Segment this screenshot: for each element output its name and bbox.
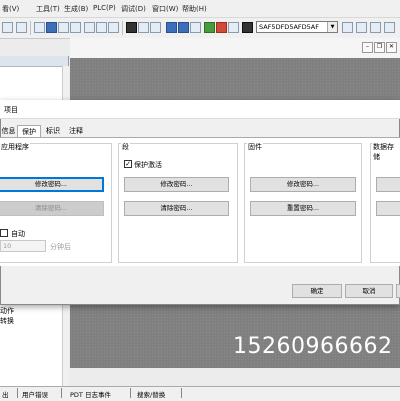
data-storage-button-1[interactable] xyxy=(376,177,400,192)
paste-icon[interactable] xyxy=(46,22,57,33)
group-data-storage-label: 数据存储 xyxy=(372,142,400,162)
menu-build[interactable]: 生成(B) xyxy=(64,4,88,14)
search-next-icon[interactable] xyxy=(356,22,367,33)
menu-tools[interactable]: 工具(T) xyxy=(36,4,60,14)
protect-active-label: 保护激活 xyxy=(134,161,162,169)
toolbar-separator xyxy=(30,21,31,35)
tool-icon[interactable] xyxy=(84,22,95,33)
menu-plc[interactable]: PLC(P) xyxy=(93,4,116,12)
cancel-button[interactable]: 取消 xyxy=(345,284,393,298)
tab-search-replace[interactable]: 搜索/替换 xyxy=(137,389,165,399)
menu-bar: 看(V) 工具(T) 生成(B) PLC(P) 调试(D) 窗口(W) 帮助(H… xyxy=(0,0,400,18)
data-storage-button-2[interactable] xyxy=(376,201,400,216)
step-icon[interactable] xyxy=(228,22,239,33)
tab-separator xyxy=(130,388,131,398)
list-icon[interactable] xyxy=(96,22,107,33)
search-combo-value: SAF5DFD5AFD5AF xyxy=(259,23,319,31)
monitor-icon[interactable] xyxy=(166,22,177,33)
chevron-down-icon[interactable]: ▼ xyxy=(327,22,337,32)
dialog-title: 项目 xyxy=(4,106,18,114)
menu-window[interactable]: 窗口(W) xyxy=(152,4,178,14)
menu-view[interactable]: 看(V) xyxy=(2,4,19,14)
find-icon[interactable] xyxy=(108,22,119,33)
search-prev-icon[interactable] xyxy=(342,22,353,33)
firmware-reset-password-button[interactable]: 重置密码... xyxy=(250,201,356,216)
tab-separator xyxy=(181,388,182,398)
tab-comment[interactable]: 注释 xyxy=(66,125,86,137)
auto-minutes-value: 10 xyxy=(3,242,12,250)
back-icon[interactable] xyxy=(2,22,13,33)
upload-icon[interactable] xyxy=(150,22,161,33)
project-tree-header xyxy=(0,56,68,67)
minutes-label: 分钟后 xyxy=(50,243,71,251)
segment-clear-password-button[interactable]: 清除密码... xyxy=(124,201,229,216)
restore-icon[interactable]: ❐ xyxy=(374,42,385,53)
binoculars-icon[interactable] xyxy=(242,22,253,33)
segment-change-password-button[interactable]: 修改密码... xyxy=(124,177,229,192)
tab-separator xyxy=(61,388,62,398)
edit-icon[interactable] xyxy=(70,22,81,33)
toolbar-separator xyxy=(122,21,123,35)
minimize-icon[interactable]: – xyxy=(362,42,373,53)
group-segment-label: 段 xyxy=(121,142,130,152)
run-icon[interactable] xyxy=(204,22,215,33)
copy-icon[interactable] xyxy=(58,22,69,33)
download-icon[interactable] xyxy=(138,22,149,33)
auto-label: 自动 xyxy=(11,230,25,238)
search-all-icon[interactable] xyxy=(370,22,381,33)
group-application-label: 应用程序 xyxy=(0,142,30,152)
search-combo[interactable]: SAF5DFD5AFD5AF ▼ xyxy=(256,21,338,33)
ok-button[interactable]: 确定 xyxy=(292,284,342,298)
tab-info[interactable]: 信息 xyxy=(0,125,17,137)
dialog-titlebar xyxy=(0,100,400,119)
check-icon[interactable] xyxy=(34,22,45,33)
toolbar xyxy=(0,18,400,39)
status-icon[interactable] xyxy=(178,22,189,33)
tree-item-action[interactable]: 动作 xyxy=(0,306,14,316)
apply-button[interactable] xyxy=(396,284,400,298)
menu-help[interactable]: 帮助(H) xyxy=(182,4,207,14)
app-clear-password-button[interactable]: 清除密码... xyxy=(0,201,104,216)
protect-active-checkbox[interactable]: ✓ xyxy=(124,160,132,168)
close-icon[interactable]: ✕ xyxy=(386,42,397,53)
tab-user-errors[interactable]: 用户错误 xyxy=(22,389,48,399)
app-change-password-button[interactable]: 修改密码... xyxy=(0,177,104,192)
stop-icon[interactable] xyxy=(216,22,227,33)
undo-icon[interactable] xyxy=(16,22,27,33)
tree-item-transition[interactable]: 转换 xyxy=(0,316,14,326)
editor-header xyxy=(70,38,400,58)
auto-checkbox[interactable] xyxy=(0,229,8,237)
output-tabs-bar xyxy=(0,386,400,401)
tab-separator xyxy=(17,388,18,398)
phone-watermark: 15260966662 xyxy=(233,334,393,359)
compile-icon[interactable] xyxy=(126,22,137,33)
group-firmware-label: 固件 xyxy=(247,142,263,152)
tab-output[interactable]: 出 xyxy=(2,389,9,399)
menu-debug[interactable]: 调试(D) xyxy=(121,4,146,14)
tab-identification[interactable]: 标识 xyxy=(43,125,63,137)
program-icon[interactable] xyxy=(190,22,201,33)
tab-pdt-log-events[interactable]: PDT 日志事件 xyxy=(70,389,111,399)
auto-minutes-spinner[interactable]: 10 xyxy=(0,240,46,252)
search-options-icon[interactable] xyxy=(384,22,395,33)
firmware-change-password-button[interactable]: 修改密码... xyxy=(250,177,356,192)
